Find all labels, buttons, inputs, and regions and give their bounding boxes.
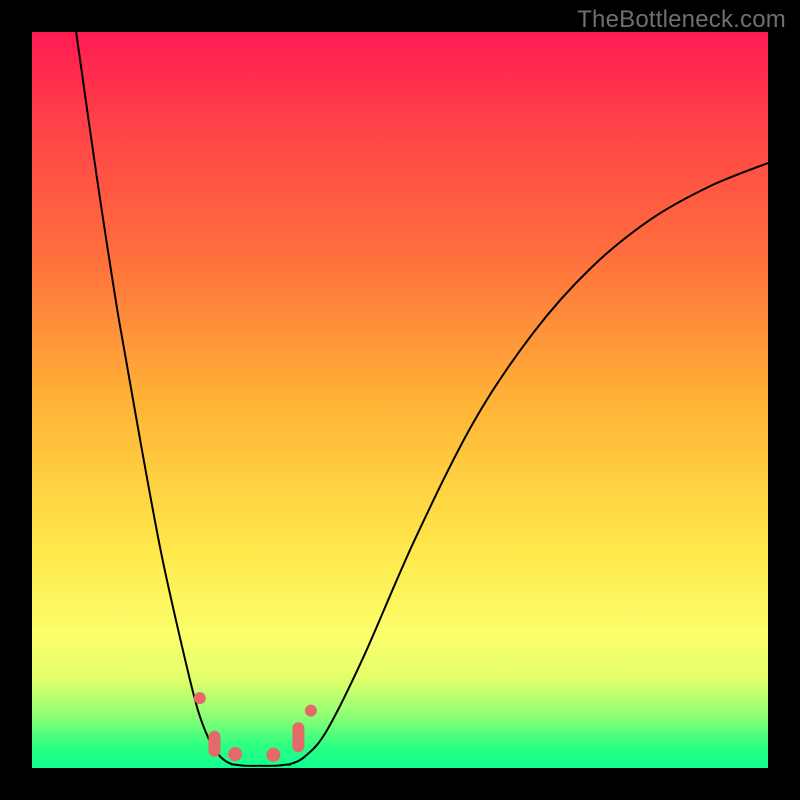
data-marker [266,748,280,762]
plot-area [32,32,768,768]
data-marker [292,722,304,752]
bottleneck-curves [76,32,768,766]
curve-layer [32,32,768,768]
data-marker [209,731,221,757]
data-marker [194,692,206,704]
attribution-label: TheBottleneck.com [577,6,786,34]
data-marker [305,705,317,717]
bottleneck-curve [76,32,768,766]
curve-markers [194,692,317,762]
chart-frame: TheBottleneck.com [0,0,800,800]
data-marker [228,747,242,761]
